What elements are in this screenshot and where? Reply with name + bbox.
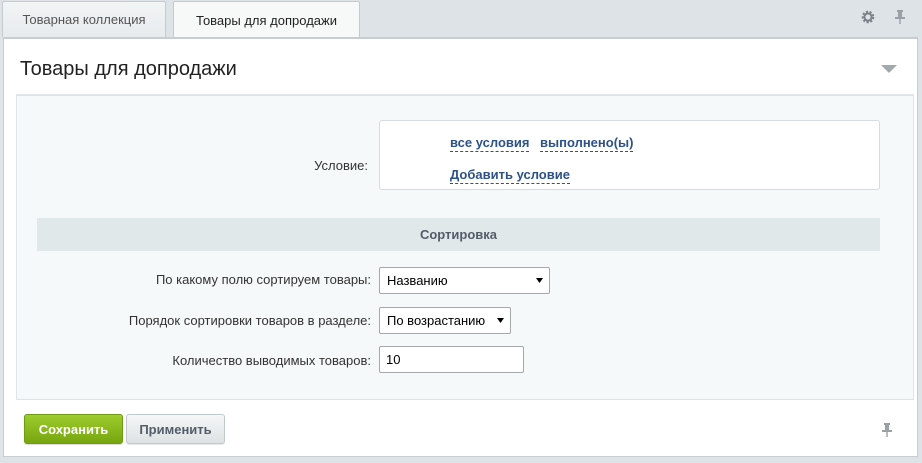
panel-title: Товары для допродажи xyxy=(20,58,237,80)
chevron-down-icon xyxy=(497,318,504,323)
count-value: 10 xyxy=(386,352,401,367)
sort-field-label: По какому полю сортируем товары: xyxy=(155,272,371,287)
all-conditions-link[interactable]: все условия xyxy=(450,135,530,152)
tab-product-collection[interactable]: Товарная коллекция xyxy=(2,1,166,37)
tab-label: Товарная коллекция xyxy=(22,12,146,27)
tab-bar: Товарная коллекция Товары для допродажи xyxy=(0,0,922,38)
condition-box: все условия выполнено(ы) Добавить услови… xyxy=(379,120,880,190)
count-input[interactable]: 10 xyxy=(379,346,524,373)
condition-label: Условие: xyxy=(314,158,368,173)
triangle-down-icon[interactable] xyxy=(880,63,898,75)
count-label: Количество выводимых товаров: xyxy=(172,353,371,368)
save-button[interactable]: Сохранить xyxy=(24,414,123,444)
sort-field-value: Названию xyxy=(387,273,448,288)
tab-upsell-products[interactable]: Товары для допродажи xyxy=(173,1,360,38)
sort-order-label: Порядок сортировки товаров в разделе: xyxy=(128,313,371,328)
fulfilled-link[interactable]: выполнено(ы) xyxy=(540,135,634,152)
sort-order-value: По возрастанию xyxy=(387,313,486,328)
sort-order-select[interactable]: По возрастанию xyxy=(379,307,511,334)
section-header-sorting: Сортировка xyxy=(37,218,880,251)
pin-icon[interactable] xyxy=(879,421,895,439)
upsell-panel: Товары для допродажи Условие: все услови… xyxy=(3,37,918,457)
gear-icon[interactable] xyxy=(858,7,878,27)
apply-button[interactable]: Применить xyxy=(126,414,225,444)
pin-icon[interactable] xyxy=(890,7,910,27)
add-condition-link[interactable]: Добавить условие xyxy=(450,167,570,184)
sort-field-select[interactable]: Названию xyxy=(379,267,550,294)
chevron-down-icon xyxy=(536,278,543,283)
tab-label: Товары для допродажи xyxy=(196,12,337,28)
settings-area: Условие: все условия выполнено(ы) Добави… xyxy=(16,95,914,400)
